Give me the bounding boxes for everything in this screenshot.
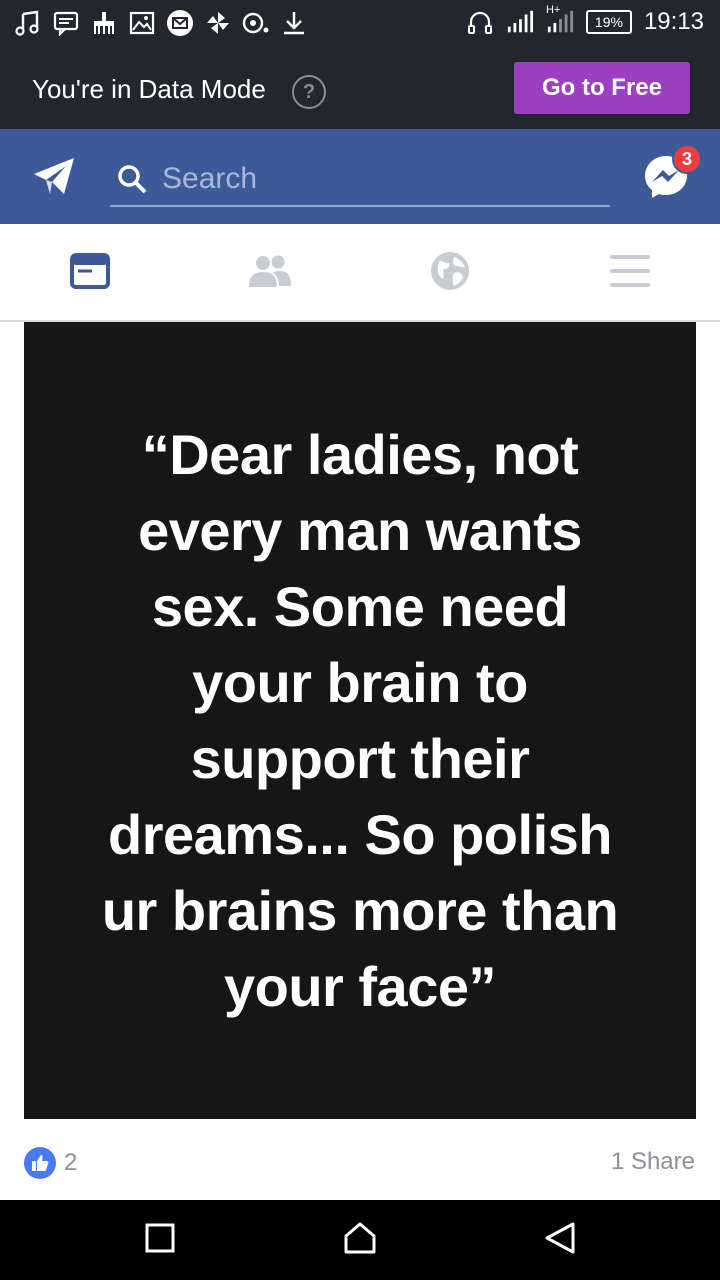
like-icon xyxy=(24,1147,56,1179)
pinwheel-icon xyxy=(204,9,232,37)
quote-line: support their xyxy=(190,727,530,790)
network-type-label: H+ xyxy=(545,4,561,16)
quote-line: your brain to xyxy=(192,651,528,714)
data-mode-text: You're in Data Mode xyxy=(32,74,266,104)
help-icon[interactable]: ? xyxy=(292,75,326,109)
download-icon xyxy=(280,9,308,37)
post-quote: “Dear ladies, not every man wants sex. S… xyxy=(84,417,636,1025)
gallery-icon xyxy=(128,9,156,37)
quote-line: ur brains more than xyxy=(101,879,619,942)
battery-icon: 19% xyxy=(585,10,632,34)
quote-line: every man wants xyxy=(138,499,582,562)
reactions-summary[interactable]: 2 xyxy=(24,1147,78,1179)
news-feed-icon xyxy=(70,252,110,294)
system-nav-bar xyxy=(0,1200,720,1280)
tab-news-feed[interactable] xyxy=(65,248,115,298)
home-icon xyxy=(343,1221,377,1260)
cleaner-icon xyxy=(90,9,118,37)
post-image[interactable]: “Dear ladies, not every man wants sex. S… xyxy=(24,322,696,1119)
messenger-badge: 3 xyxy=(672,144,702,174)
quote-line: sex. Some need xyxy=(151,575,569,638)
tab-friends[interactable] xyxy=(245,248,295,298)
back-icon xyxy=(543,1221,577,1260)
search-icon xyxy=(116,163,148,195)
share-count[interactable]: 1 Share xyxy=(611,1148,695,1176)
email-icon xyxy=(166,9,194,37)
search-input[interactable] xyxy=(162,159,592,199)
app-header xyxy=(0,129,720,224)
search-bar[interactable] xyxy=(110,151,610,207)
back-button[interactable] xyxy=(540,1220,580,1260)
headphones-icon xyxy=(466,8,494,36)
post: “Dear ladies, not every man wants sex. S… xyxy=(0,322,720,1200)
home-button[interactable] xyxy=(340,1220,380,1260)
friends-icon xyxy=(247,253,293,294)
quote-line: your face” xyxy=(224,955,497,1018)
signal-hplus-icon: H+ xyxy=(546,4,574,36)
message-icon xyxy=(52,9,80,37)
send-icon[interactable] xyxy=(30,154,78,198)
recents-icon xyxy=(144,1222,176,1259)
go-to-free-button[interactable]: Go to Free xyxy=(514,62,690,114)
status-right-icons: H+ 19% 19:13 xyxy=(466,4,704,36)
recents-button[interactable] xyxy=(140,1220,180,1260)
status-bar: H+ 19% 19:13 xyxy=(0,0,720,48)
tab-bar xyxy=(0,224,720,322)
like-count: 2 xyxy=(64,1149,78,1176)
tab-notifications[interactable] xyxy=(425,248,475,298)
quote-line: “Dear ladies, not xyxy=(141,423,579,486)
quote-line: dreams... So polish xyxy=(108,803,612,866)
tab-menu[interactable] xyxy=(605,248,655,298)
music-icon xyxy=(14,9,42,37)
status-time: 19:13 xyxy=(643,8,704,35)
menu-icon xyxy=(610,253,650,294)
signal-icon xyxy=(506,8,534,36)
globe-icon xyxy=(430,251,470,296)
status-left-icons xyxy=(14,9,308,37)
record-icon xyxy=(242,9,270,37)
